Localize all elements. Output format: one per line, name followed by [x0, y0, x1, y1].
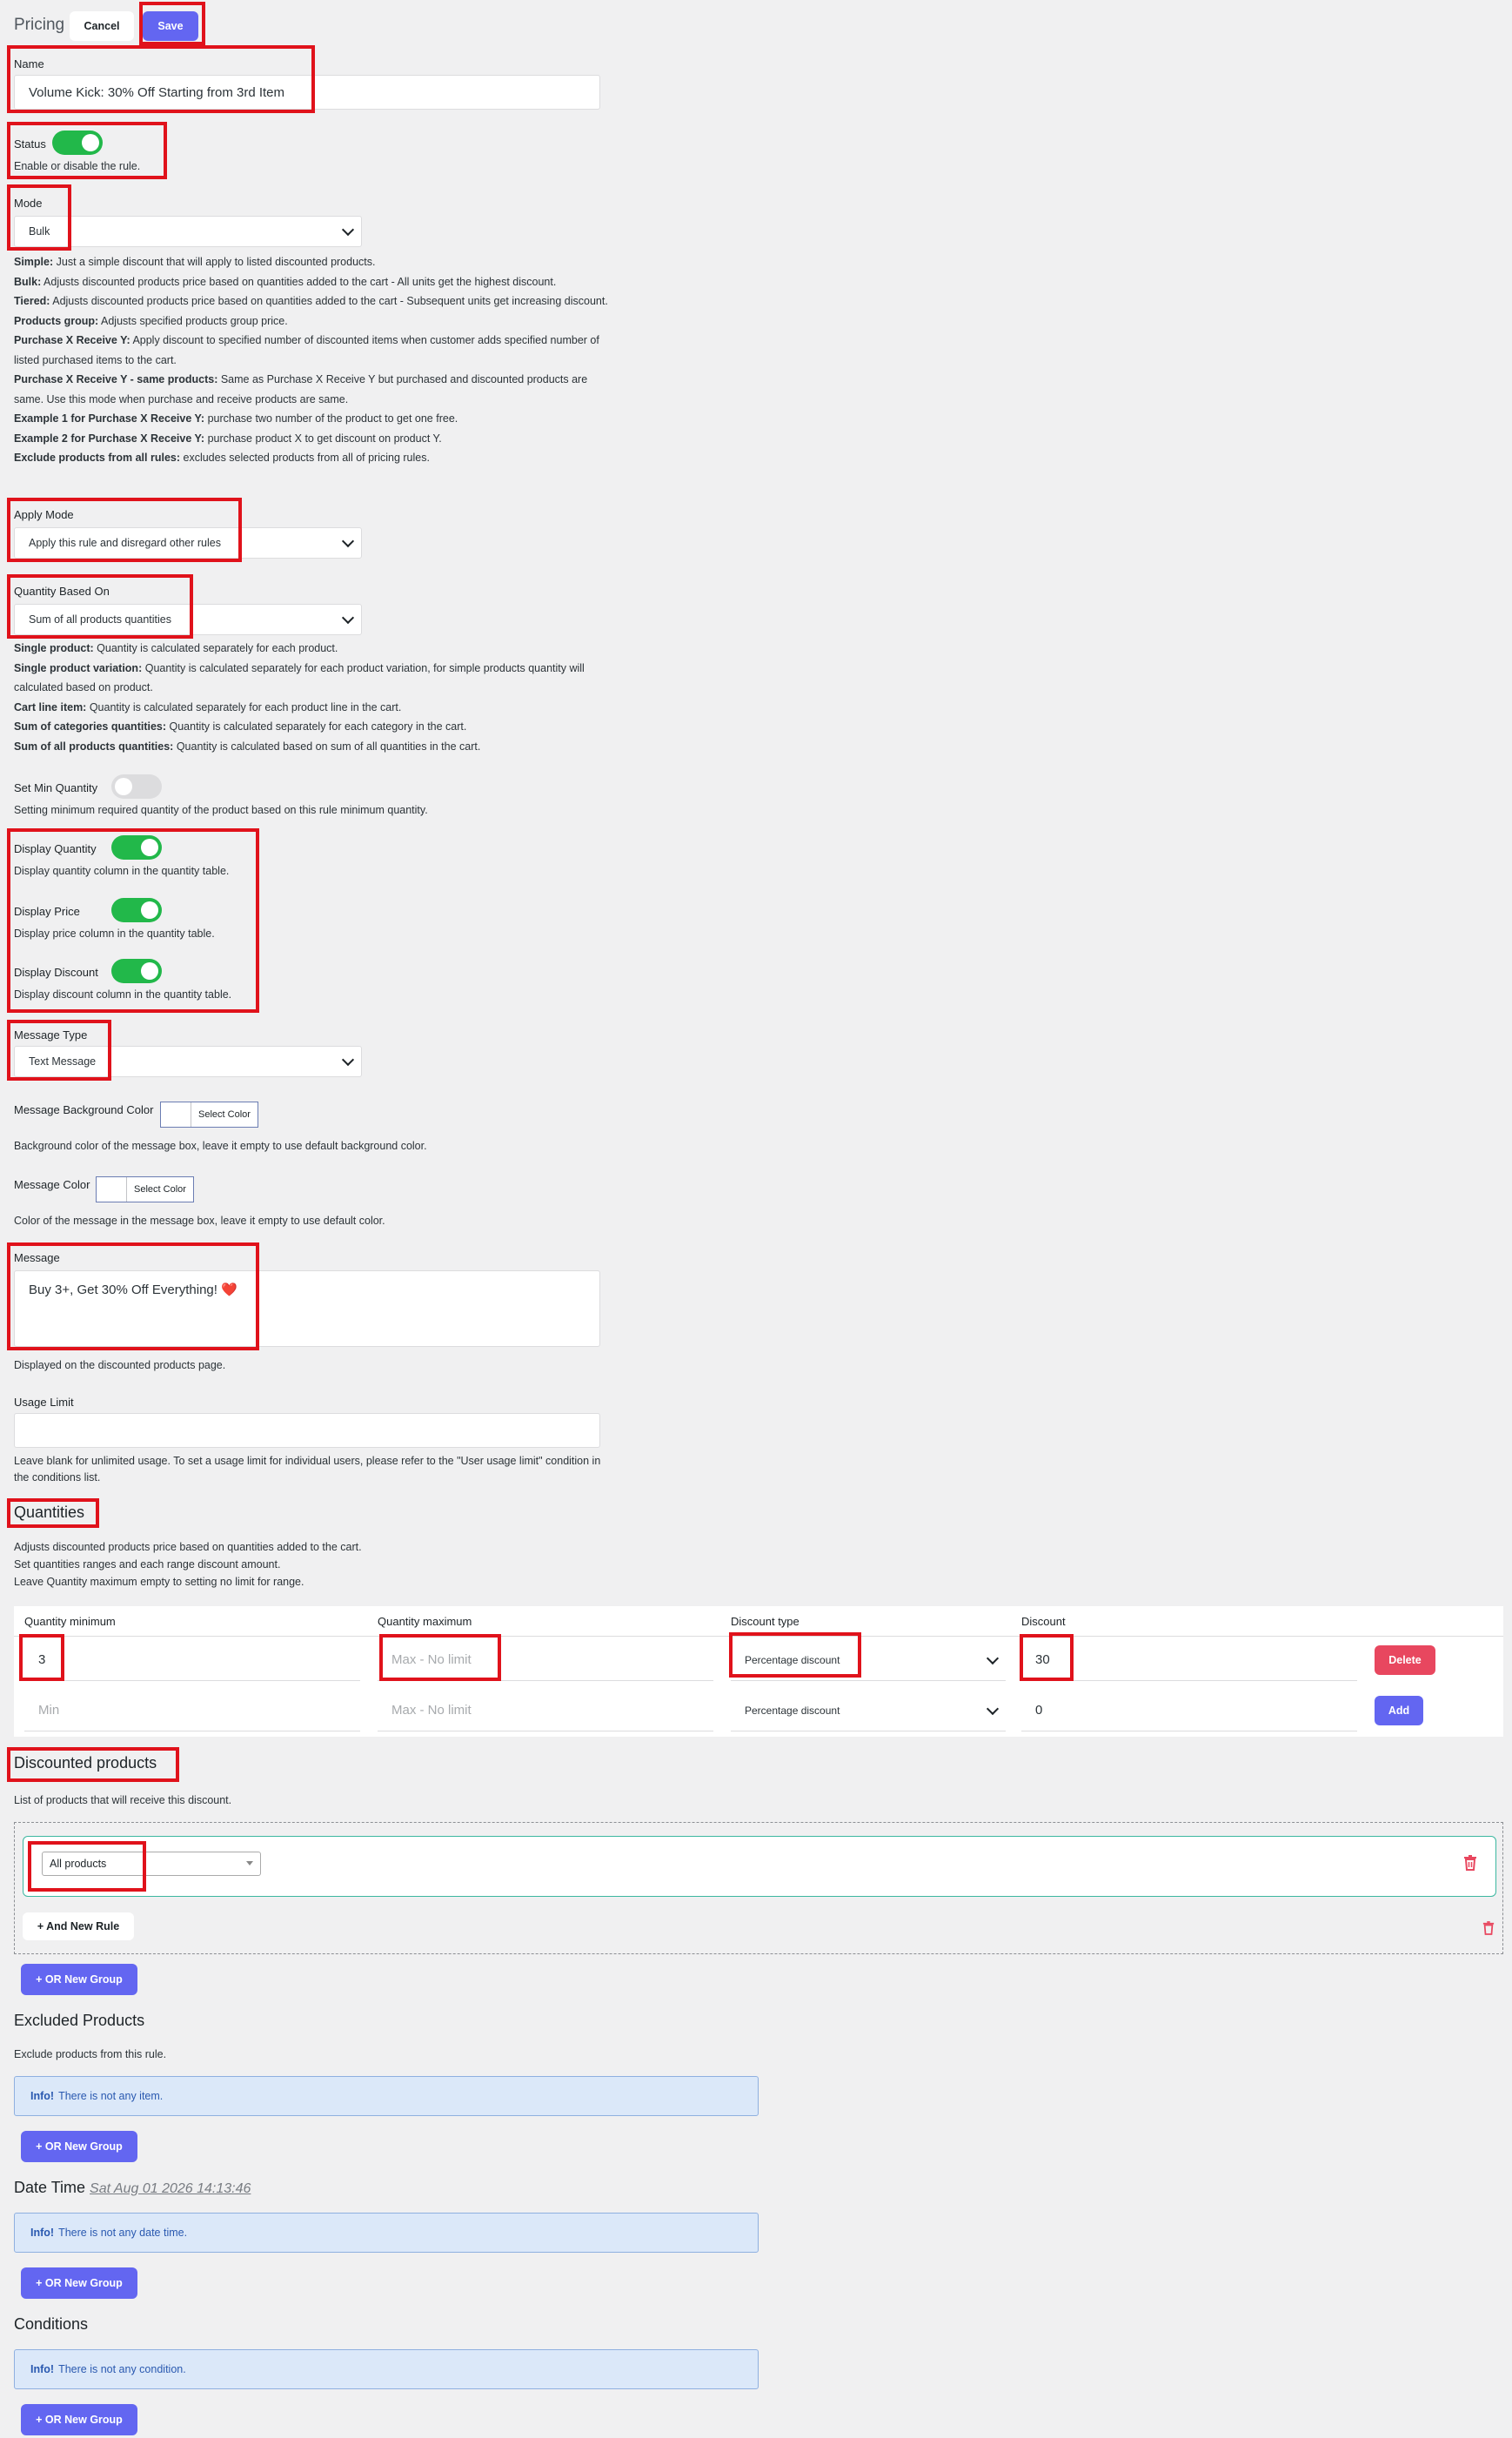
- help-line: Set quantities ranges and each range dis…: [14, 1558, 281, 1571]
- page-title: Pricing: [14, 16, 65, 34]
- column-header-min: Quantity minimum: [24, 1615, 116, 1628]
- help-line: Example 2 for Purchase X Receive Y: purc…: [14, 432, 442, 445]
- discount-type-value: Percentage discount: [745, 1704, 840, 1717]
- mode-help: Simple: Just a simple discount that will…: [14, 252, 614, 468]
- date-time-title: Date Time Sat Aug 01 2026 14:13:46: [14, 2179, 251, 2196]
- help-line: Sum of all products quantities: Quantity…: [14, 740, 481, 753]
- message-bg-color-help: Background color of the message box, lea…: [14, 1140, 427, 1152]
- set-min-quantity-help: Setting minimum required quantity of the…: [14, 804, 428, 816]
- date-time-stamp: Sat Aug 01 2026 14:13:46: [90, 2181, 251, 2196]
- message-bg-color-picker[interactable]: Select Color: [160, 1102, 258, 1128]
- usage-limit-input[interactable]: [14, 1413, 600, 1448]
- and-new-rule-button[interactable]: + And New Rule: [23, 1912, 134, 1940]
- trash-icon[interactable]: [1482, 1921, 1495, 1939]
- chevron-down-icon: [986, 1651, 1000, 1664]
- select-color-label: Select Color: [198, 1109, 251, 1120]
- excluded-products-help: Exclude products from this rule.: [14, 2048, 167, 2060]
- help-line: Single product: Quantity is calculated s…: [14, 642, 338, 654]
- quantity-min-input[interactable]: 3: [24, 1639, 360, 1681]
- usage-limit-help: Leave blank for unlimited usage. To set …: [14, 1455, 601, 1484]
- select-color-label: Select Color: [134, 1184, 186, 1195]
- add-button[interactable]: Add: [1375, 1696, 1423, 1725]
- chevron-down-icon: [341, 534, 355, 548]
- date-time-info-box: Info! There is not any date time.: [14, 2213, 759, 2253]
- quantity-based-on-help: Single product: Quantity is calculated s…: [14, 639, 614, 756]
- message-color-help: Color of the message in the message box,…: [14, 1215, 385, 1227]
- help-line: Adjusts discounted products price based …: [14, 1541, 362, 1553]
- help-line: Simple: Just a simple discount that will…: [14, 256, 376, 268]
- cancel-button[interactable]: Cancel: [70, 11, 134, 41]
- set-min-quantity-toggle[interactable]: [111, 774, 162, 799]
- help-line: Purchase X Receive Y - same products: Sa…: [14, 373, 588, 405]
- trash-icon[interactable]: [1463, 1855, 1477, 1875]
- column-header-type: Discount type: [731, 1615, 799, 1628]
- help-line: Tiered: Adjusts discounted products pric…: [14, 295, 608, 307]
- set-min-quantity-label: Set Min Quantity: [14, 781, 98, 794]
- chevron-down-icon: [341, 1053, 355, 1067]
- or-new-group-button[interactable]: + OR New Group: [21, 2131, 137, 2162]
- help-line: Leave Quantity maximum empty to setting …: [14, 1576, 304, 1588]
- conditions-title: Conditions: [14, 2315, 89, 2333]
- chevron-down-icon: [341, 611, 355, 625]
- excluded-info-box: Info! There is not any item.: [14, 2076, 759, 2116]
- or-new-group-button[interactable]: + OR New Group: [21, 1964, 137, 1995]
- quantity-min-input[interactable]: Min: [24, 1690, 360, 1731]
- caret-down-icon: [246, 1861, 253, 1865]
- chevron-down-icon: [986, 1702, 1000, 1715]
- or-new-group-button[interactable]: + OR New Group: [21, 2267, 137, 2299]
- delete-button[interactable]: Delete: [1375, 1645, 1435, 1675]
- discount-type-select[interactable]: Percentage discount: [731, 1690, 1006, 1731]
- message-color-picker[interactable]: Select Color: [96, 1176, 194, 1202]
- excluded-products-title: Excluded Products: [14, 2012, 145, 2029]
- chevron-down-icon: [341, 223, 355, 237]
- help-line: Exclude products from all rules: exclude…: [14, 452, 430, 464]
- quantity-max-input[interactable]: Max - No limit: [378, 1690, 713, 1731]
- column-header-max: Quantity maximum: [378, 1615, 472, 1628]
- help-line: Example 1 for Purchase X Receive Y: purc…: [14, 412, 458, 425]
- discount-input[interactable]: 0: [1021, 1690, 1357, 1731]
- or-new-group-button[interactable]: + OR New Group: [21, 2404, 137, 2435]
- message-color-label: Message Color: [14, 1178, 90, 1191]
- quantities-help: Adjusts discounted products price based …: [14, 1538, 362, 1591]
- conditions-info-box: Info! There is not any condition.: [14, 2349, 759, 2389]
- discounted-products-help: List of products that will receive this …: [14, 1794, 232, 1806]
- help-line: Purchase X Receive Y: Apply discount to …: [14, 334, 599, 366]
- message-help: Displayed on the discounted products pag…: [14, 1359, 226, 1371]
- message-bg-color-label: Message Background Color: [14, 1103, 154, 1116]
- column-header-discount: Discount: [1021, 1615, 1066, 1628]
- help-line: Bulk: Adjusts discounted products price …: [14, 275, 557, 288]
- help-line: Sum of categories quantities: Quantity i…: [14, 720, 467, 733]
- help-line: Products group: Adjusts specified produc…: [14, 314, 288, 327]
- usage-limit-label: Usage Limit: [14, 1396, 74, 1409]
- help-line: Cart line item: Quantity is calculated s…: [14, 700, 402, 713]
- help-line: Single product variation: Quantity is ca…: [14, 661, 585, 694]
